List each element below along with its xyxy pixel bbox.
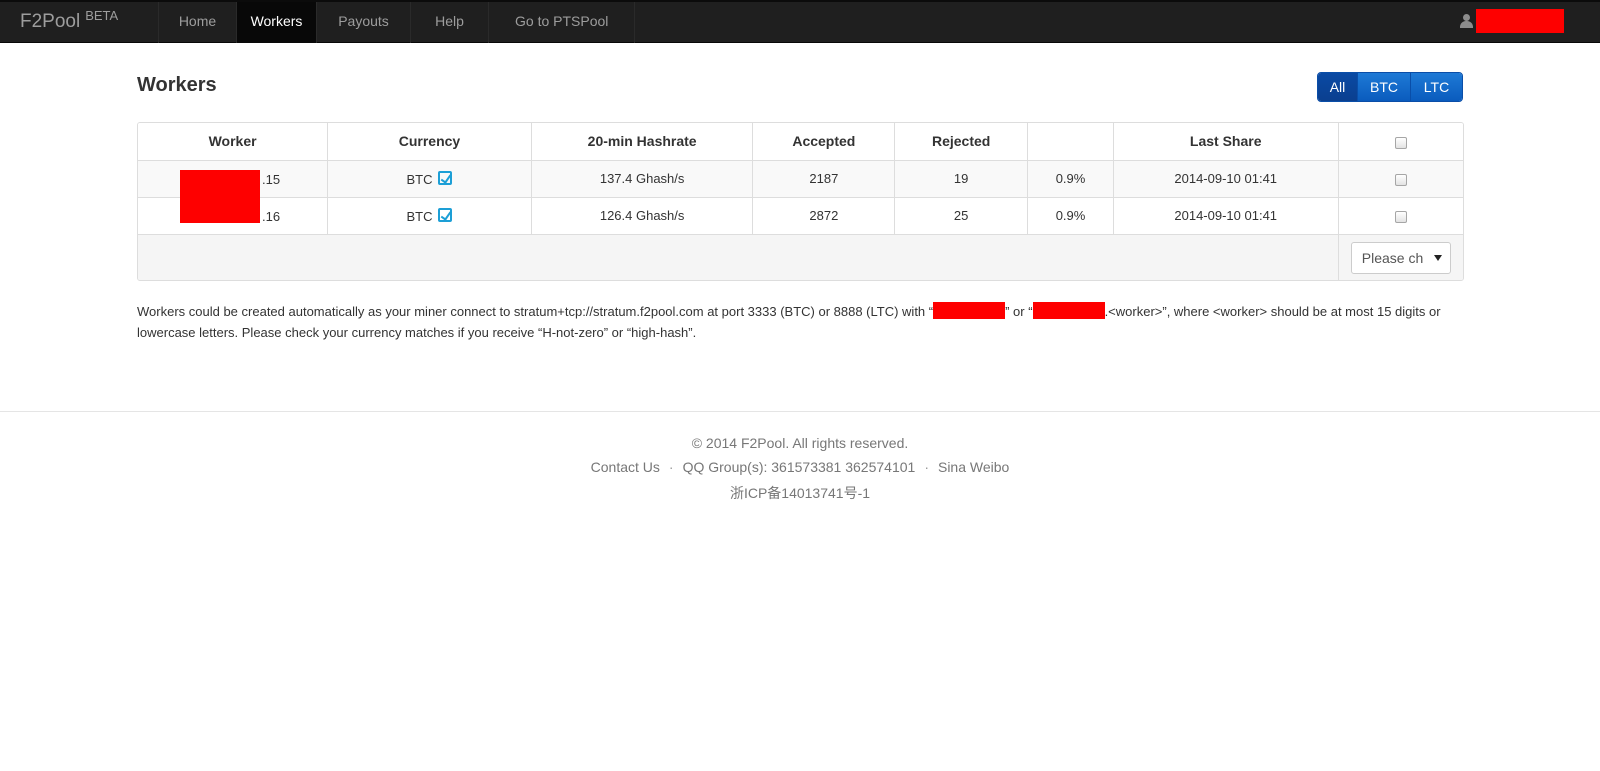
redacted-account-name bbox=[1032, 302, 1105, 319]
currency-label: BTC bbox=[406, 209, 433, 224]
currency-filter: All BTC LTC bbox=[1317, 72, 1463, 102]
col-currency[interactable]: Currency bbox=[327, 123, 532, 161]
hashrate-cell: 126.4 Ghash/s bbox=[531, 197, 754, 235]
footer-copyright: © 2014 F2Pool. All rights reserved. bbox=[691, 435, 909, 451]
beta-badge: BETA bbox=[85, 8, 119, 23]
bulk-action-cell: Please ch bbox=[1338, 234, 1463, 280]
edit-icon[interactable] bbox=[438, 208, 453, 222]
filter-btc-button[interactable]: BTC bbox=[1357, 73, 1410, 101]
bulk-action-select[interactable]: Please ch bbox=[1350, 241, 1451, 274]
main-nav: Home Workers Payouts Help Go to PTSPool bbox=[158, 2, 636, 43]
nav-home[interactable]: Home bbox=[158, 2, 236, 43]
select-all-checkbox[interactable] bbox=[1394, 136, 1407, 149]
help-text-part-2: ” or “ bbox=[1005, 304, 1033, 319]
bulk-action-value: Please ch bbox=[1361, 249, 1424, 266]
qq-group-text: QQ Group(s): 361573381 362574101 bbox=[682, 459, 916, 475]
row-select-cell bbox=[1338, 160, 1463, 198]
nav-payouts[interactable]: Payouts bbox=[316, 2, 410, 43]
accepted-cell: 2872 bbox=[752, 197, 896, 235]
reject-rate-cell: 0.9% bbox=[1027, 197, 1114, 235]
filter-ltc-button[interactable]: LTC bbox=[1410, 73, 1462, 101]
redacted-username bbox=[1476, 9, 1564, 33]
col-hashrate[interactable]: 20-min Hashrate bbox=[531, 123, 754, 161]
table-row: .16 BTC 126.4 Ghash/s 2872 25 0.9% 2014-… bbox=[138, 197, 1463, 235]
row-checkbox[interactable] bbox=[1394, 173, 1407, 186]
col-reject-rate bbox=[1027, 123, 1114, 161]
row-checkbox[interactable] bbox=[1394, 210, 1407, 223]
row-select-cell bbox=[1338, 197, 1463, 235]
last-share-cell: 2014-09-10 01:41 bbox=[1113, 160, 1339, 198]
table-row: .15 BTC 137.4 Ghash/s 2187 19 0.9% 2014-… bbox=[138, 160, 1463, 198]
currency-cell: BTC bbox=[327, 197, 532, 235]
footer-links: Contact Us · QQ Group(s): 361573381 362574… bbox=[590, 459, 1010, 475]
help-text-part-1: Workers could be created automatically a… bbox=[137, 304, 934, 319]
nav-help[interactable]: Help bbox=[410, 2, 488, 43]
brand-logo[interactable]: F2Pool BETA bbox=[20, 8, 119, 33]
nav-go-to-ptspool[interactable]: Go to PTSPool bbox=[488, 2, 636, 43]
rejected-cell: 19 bbox=[894, 160, 1029, 198]
sina-weibo-link[interactable]: Sina Weibo bbox=[938, 459, 1009, 475]
edit-icon[interactable] bbox=[438, 171, 453, 185]
accepted-cell: 2187 bbox=[752, 160, 896, 198]
rejected-cell: 25 bbox=[894, 197, 1029, 235]
footer-icp[interactable]: 浙ICP备14013741号-1 bbox=[0, 483, 1600, 503]
filter-all-button[interactable]: All bbox=[1318, 73, 1357, 101]
user-icon bbox=[1460, 14, 1473, 28]
table-actions-row: Please ch bbox=[138, 234, 1463, 280]
redacted-worker-names bbox=[180, 170, 260, 223]
worker-name[interactable]: .16 bbox=[262, 209, 280, 224]
table-actions-spacer bbox=[138, 234, 1339, 280]
last-share-cell: 2014-09-10 01:41 bbox=[1113, 197, 1339, 235]
col-last-share[interactable]: Last Share bbox=[1113, 123, 1339, 161]
col-select-all bbox=[1338, 123, 1463, 161]
hashrate-cell: 137.4 Ghash/s bbox=[531, 160, 754, 198]
worker-name[interactable]: .15 bbox=[262, 172, 280, 187]
col-accepted[interactable]: Accepted bbox=[752, 123, 896, 161]
col-rejected[interactable]: Rejected bbox=[894, 123, 1029, 161]
workers-help-text: Workers could be created automatically a… bbox=[137, 301, 1467, 343]
nav-workers[interactable]: Workers bbox=[236, 2, 316, 43]
user-menu[interactable] bbox=[1460, 9, 1564, 33]
currency-label: BTC bbox=[406, 172, 433, 187]
redacted-account-name bbox=[933, 302, 1006, 319]
table-header-row: Worker Currency 20-min Hashrate Accepted… bbox=[138, 123, 1463, 161]
page-title: Workers bbox=[137, 74, 217, 96]
reject-rate-cell: 0.9% bbox=[1027, 160, 1114, 198]
top-navbar: F2Pool BETA Home Workers Payouts Help Go … bbox=[0, 0, 1600, 43]
workers-table: Worker Currency 20-min Hashrate Accepted… bbox=[137, 122, 1464, 281]
footer-divider bbox=[0, 411, 1600, 412]
caret-down-icon bbox=[1433, 254, 1442, 261]
currency-cell: BTC bbox=[327, 160, 532, 198]
contact-us-link[interactable]: Contact Us bbox=[591, 459, 660, 475]
col-worker[interactable]: Worker bbox=[138, 123, 329, 161]
brand-name: F2Pool bbox=[20, 11, 81, 32]
